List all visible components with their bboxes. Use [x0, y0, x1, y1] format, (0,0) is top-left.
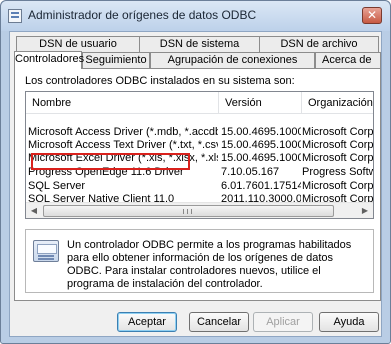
grip-icon [183, 209, 192, 214]
tab-dsn-usuario[interactable]: DSN de usuario [16, 36, 140, 52]
odbc-admin-icon [8, 9, 22, 23]
driver-org: Progress Softw [302, 166, 373, 178]
scroll-left-arrow-icon[interactable]: ◀ [26, 204, 42, 218]
cancel-button[interactable]: Cancelar [189, 312, 249, 332]
scroll-right-arrow-icon[interactable]: ▶ [357, 204, 373, 218]
column-header-nombre[interactable]: Nombre [26, 92, 219, 114]
driver-org: Microsoft Corpo [302, 152, 373, 164]
help-button[interactable]: Ayuda [319, 312, 379, 332]
info-box: Un controlador ODBC permite a los progra… [25, 229, 374, 293]
drivers-list-label: Los controladores ODBC instalados en su … [25, 75, 295, 87]
table-row[interactable]: SQL Server 6.01.7601.17514 Microsoft Cor… [26, 180, 373, 193]
driver-version: 6.01.7601.17514 [221, 180, 301, 192]
tab-acerca-de[interactable]: Acerca de [315, 52, 381, 68]
horizontal-scrollbar[interactable]: ◀ ▶ [26, 202, 373, 218]
list-header: Nombre Versión Organización [26, 92, 373, 114]
driver-org: Microsoft Corpo [302, 139, 373, 151]
highlight-progress-driver [31, 153, 190, 170]
table-row[interactable]: Microsoft Access Driver (*.mdb, *.accdb)… [26, 126, 373, 139]
close-icon[interactable]: ✕ [362, 7, 382, 24]
driver-name: Microsoft Access Text Driver (*.txt, *.c… [28, 139, 218, 151]
scroll-thumb[interactable] [43, 205, 334, 217]
odbc-driver-icon [33, 240, 59, 262]
odbc-admin-window: Administrador de orígenes de datos ODBC … [0, 0, 391, 344]
dialog-client-area: DSN de usuario DSN de sistema DSN de arc… [9, 31, 382, 337]
tab-dsn-sistema[interactable]: DSN de sistema [139, 36, 260, 52]
tab-controladores[interactable]: Controladores [14, 51, 84, 69]
column-header-organizacion[interactable]: Organización [302, 92, 373, 114]
apply-button[interactable]: Aplicar [253, 312, 313, 332]
driver-version: 15.00.4695.1000 [221, 152, 301, 164]
driver-name: SQL Server [28, 180, 86, 192]
driver-version: 15.00.4695.1000 [221, 139, 301, 151]
column-header-version[interactable]: Versión [219, 92, 302, 114]
info-text: Un controlador ODBC permite a los progra… [67, 239, 352, 290]
controladores-panel: Los controladores ODBC instalados en su … [14, 68, 381, 301]
driver-version: 7.10.05.167 [221, 166, 280, 178]
driver-name: Microsoft Access Driver (*.mdb, *.accdb) [28, 126, 218, 138]
window-title: Administrador de orígenes de datos ODBC [28, 8, 257, 22]
driver-org: Microsoft Corpo [302, 126, 373, 138]
tab-agrupacion-conexiones[interactable]: Agrupación de conexiones [150, 52, 315, 68]
driver-version: 15.00.4695.1000 [221, 126, 301, 138]
table-row[interactable]: Microsoft Access Text Driver (*.txt, *.c… [26, 139, 373, 152]
title-bar[interactable]: Administrador de orígenes de datos ODBC … [1, 1, 390, 31]
tab-dsn-archivo[interactable]: DSN de archivo [259, 36, 379, 52]
accept-button[interactable]: Aceptar [117, 312, 177, 332]
driver-org: Microsoft Corpo [302, 180, 373, 192]
tab-seguimiento[interactable]: Seguimiento [82, 52, 150, 68]
